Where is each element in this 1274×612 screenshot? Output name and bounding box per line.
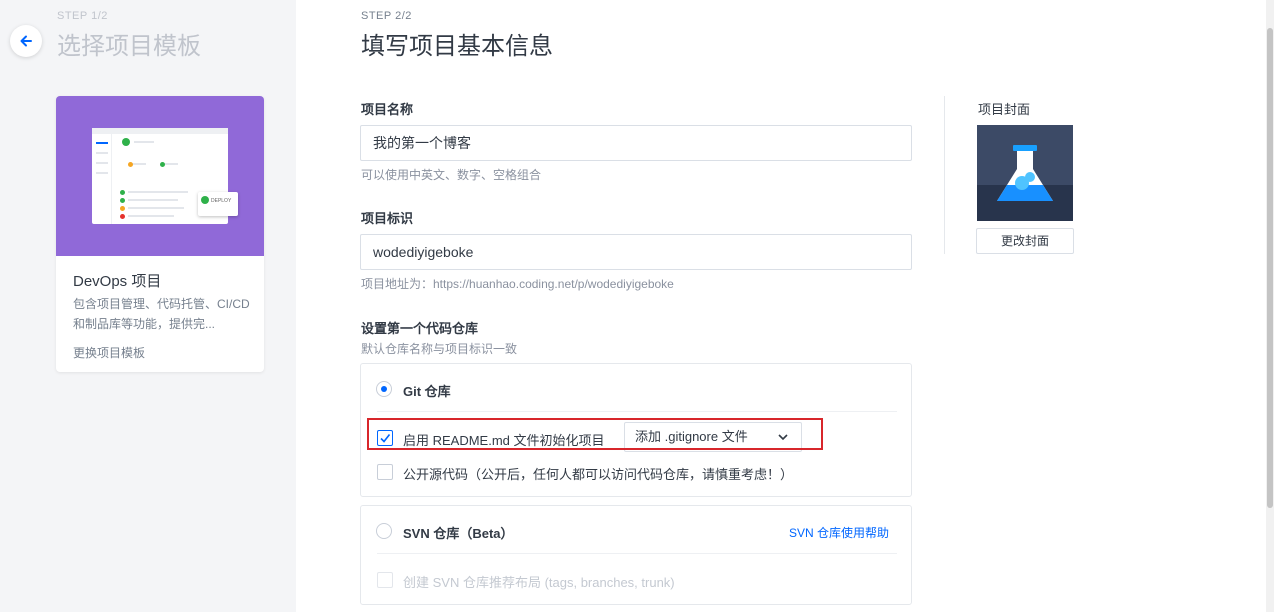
highlight-box	[367, 418, 823, 450]
project-url-hint: 项目地址为：https://huanhao.coding.net/p/woded…	[361, 277, 674, 291]
template-description: 包含项目管理、代码托管、CI/CD 和制品库等功能，提供完...	[73, 297, 250, 331]
project-name-hint: 可以使用中英文、数字、空格组合	[361, 168, 542, 182]
back-button[interactable]	[10, 25, 42, 57]
change-template-link[interactable]: 更换项目模板	[73, 344, 145, 361]
svn-help-link[interactable]: SVN 仓库使用帮助	[789, 524, 889, 541]
svn-layout-checkbox	[377, 572, 393, 588]
project-name-input[interactable]: 我的第一个博客	[360, 125, 912, 161]
repo-section-label: 设置第一个代码仓库	[361, 321, 479, 336]
svn-repo-radio[interactable]	[376, 523, 392, 539]
template-card[interactable]: DEPLOY DevOps 项目 包含项目管理、代码托管、CI/CD 和制品库等…	[56, 96, 264, 372]
template-title: DevOps 项目	[73, 273, 162, 290]
page-title: 填写项目基本信息	[361, 33, 553, 60]
deploy-badge: DEPLOY	[198, 192, 238, 216]
flask-icon	[977, 145, 1073, 221]
project-identifier-input[interactable]: wodediyigeboke	[360, 234, 912, 270]
divider	[944, 96, 945, 254]
git-repo-title: Git 仓库	[403, 384, 451, 399]
project-name-label: 项目名称	[361, 102, 414, 117]
template-illustration: DEPLOY	[56, 96, 264, 256]
git-repo-radio[interactable]	[376, 381, 392, 397]
repo-section-hint: 默认仓库名称与项目标识一致	[361, 342, 518, 356]
step-indicator-2: STEP 2/2	[361, 10, 412, 22]
change-cover-button[interactable]: 更改封面	[976, 228, 1074, 254]
project-cover-image	[977, 125, 1073, 221]
open-source-checkbox[interactable]	[377, 464, 393, 480]
project-identifier-label: 项目标识	[361, 211, 414, 226]
svn-repo-title: SVN 仓库（Beta）	[403, 526, 514, 541]
cover-label: 项目封面	[978, 102, 1031, 117]
svn-layout-label: 创建 SVN 仓库推荐布局 (tags, branches, trunk)	[403, 575, 675, 590]
template-panel: STEP 1/2 选择项目模板 DEPLOY DevOps 项目 包含项目管理、…	[0, 0, 296, 612]
step-indicator-1: STEP 1/2	[57, 10, 108, 22]
open-source-label: 公开源代码（公开后，任何人都可以访问代码仓库，请慎重考虑！）	[403, 467, 794, 482]
arrow-left-icon	[20, 35, 32, 47]
scrollbar-thumb[interactable]	[1267, 28, 1273, 508]
step-1-title: 选择项目模板	[57, 33, 201, 60]
